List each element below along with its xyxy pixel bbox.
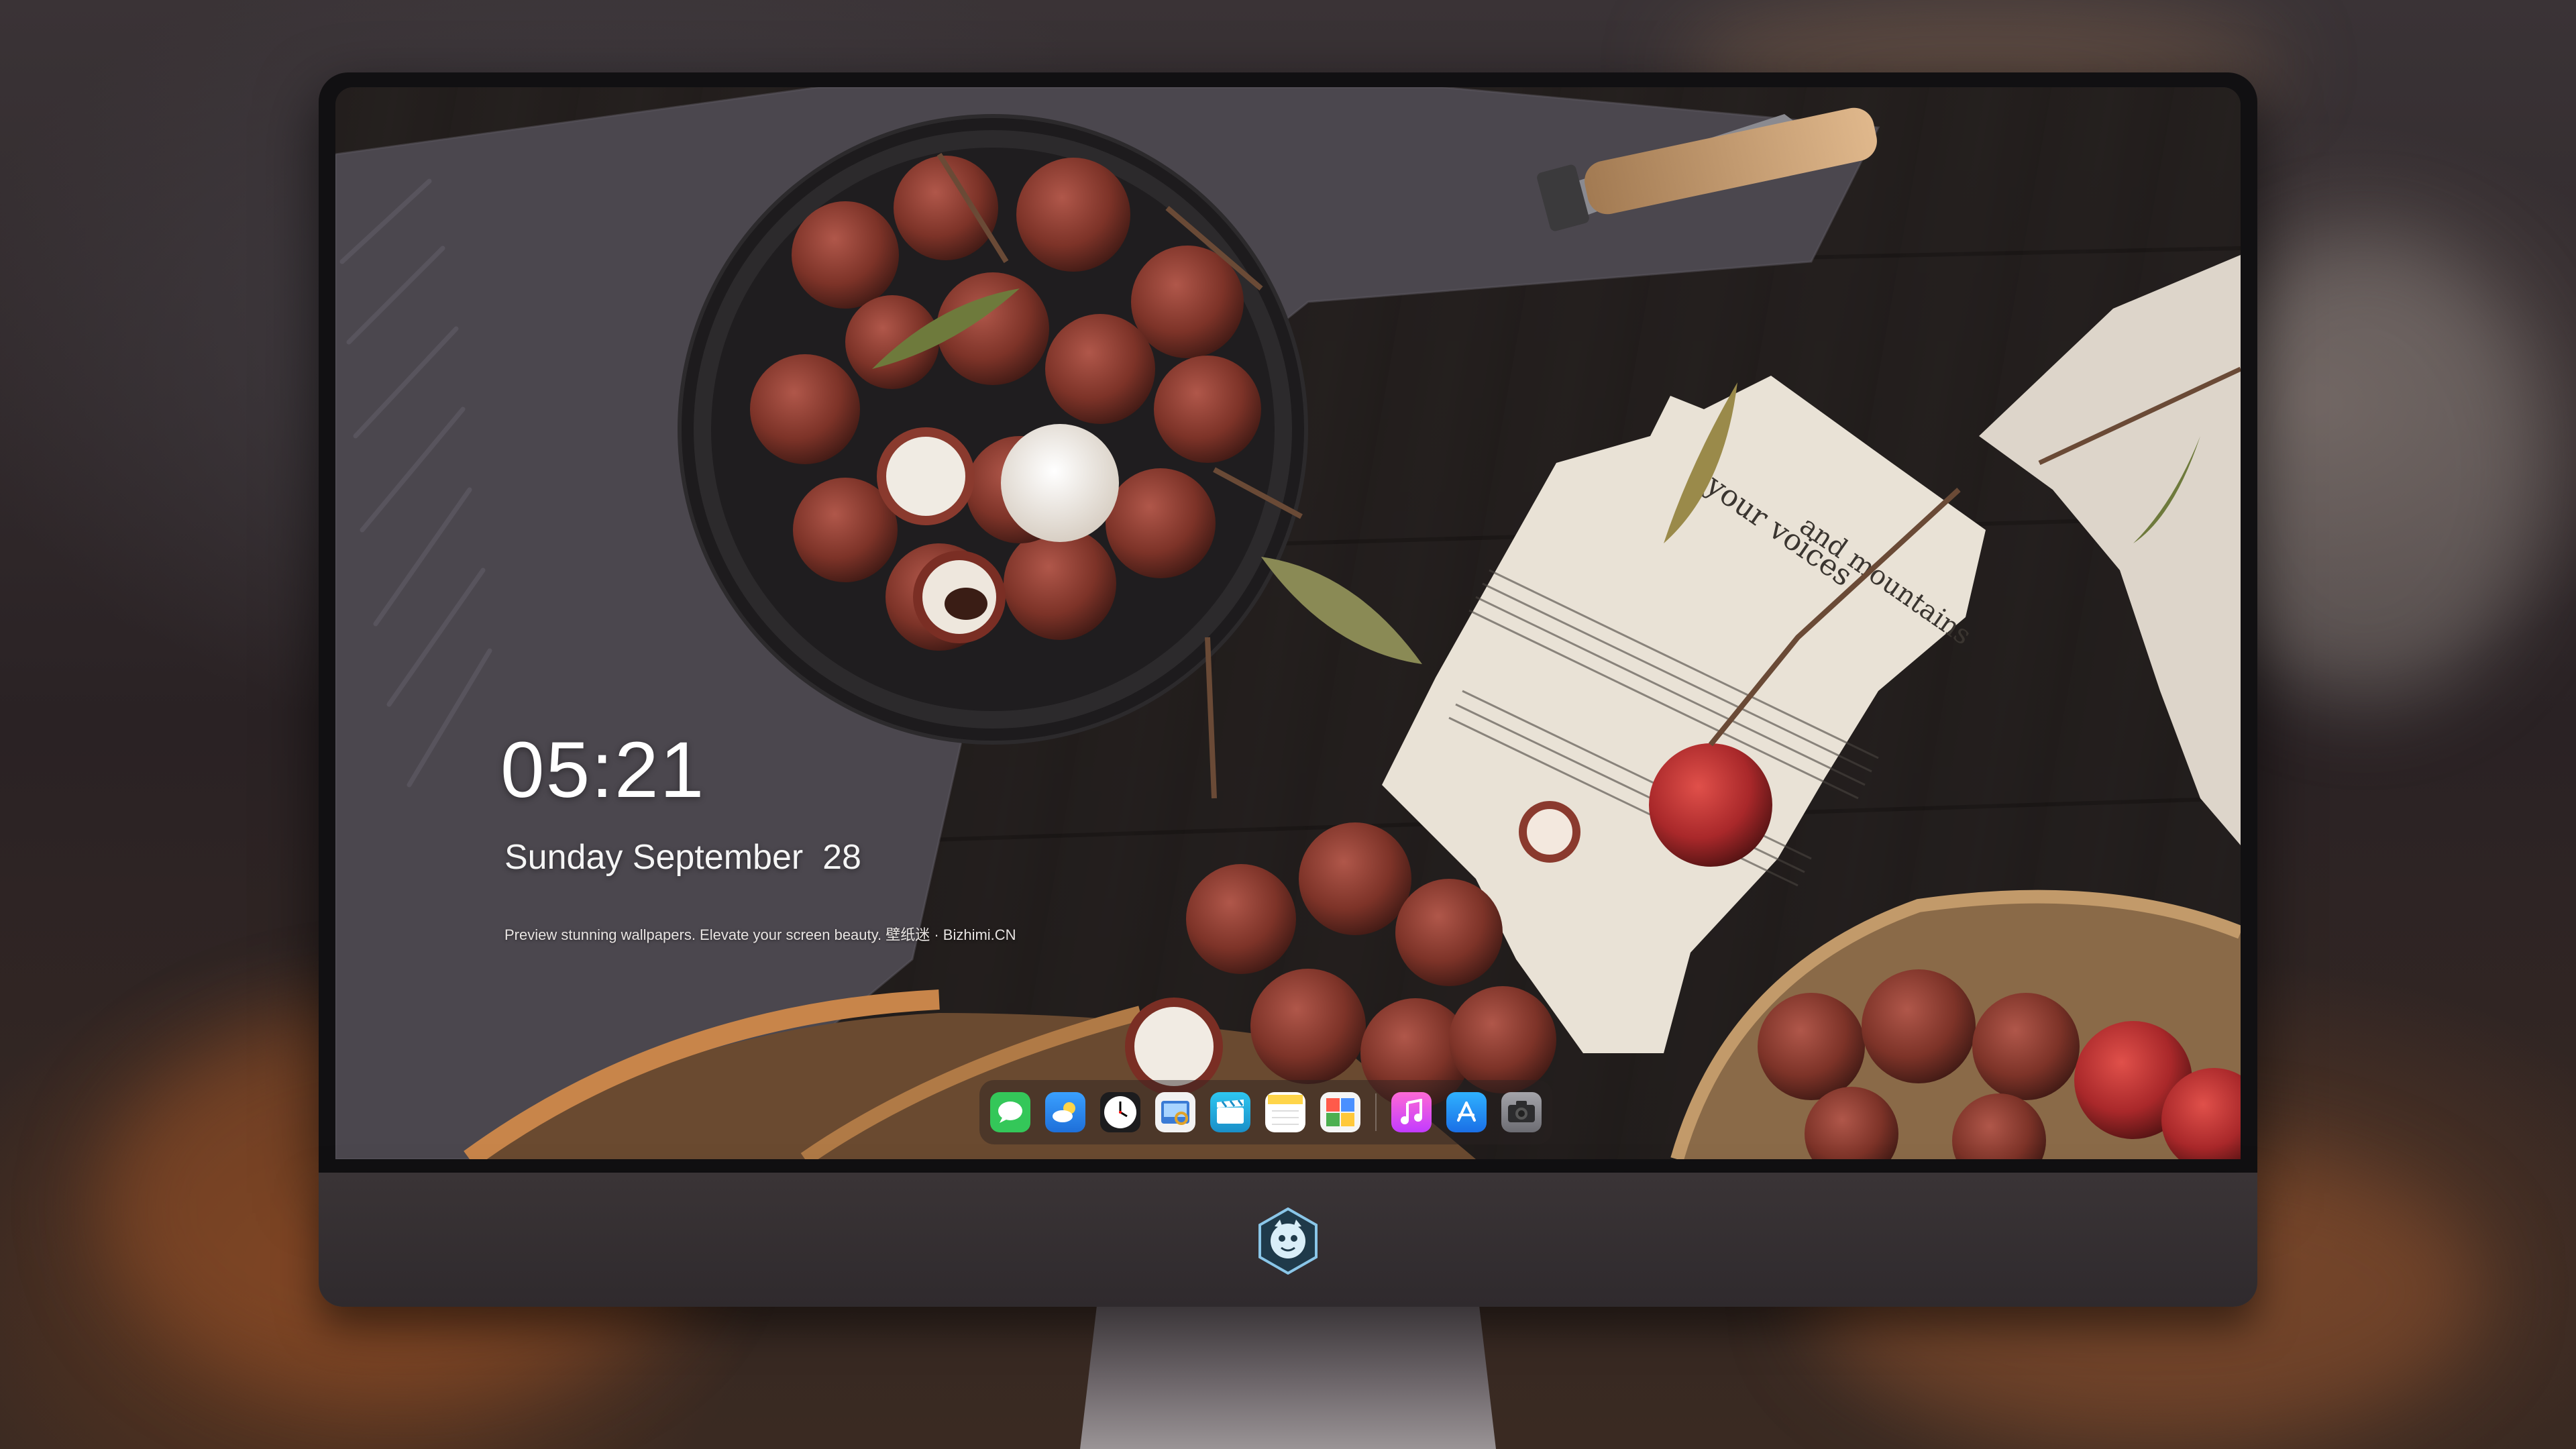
notes-icon[interactable] [1265, 1092, 1305, 1132]
monitor-stand [1080, 1307, 1496, 1449]
weather-icon[interactable] [1045, 1092, 1085, 1132]
wallpaper: your voices and mountains [335, 87, 2241, 1159]
photo-booth-icon[interactable] [1320, 1092, 1360, 1132]
dock-separator [1375, 1093, 1377, 1131]
lockscreen-clock: 05:21 [500, 726, 706, 814]
blurred-background: your voices and mountains 05:21 Sunday S… [0, 0, 2576, 1449]
preview-icon[interactable] [1155, 1092, 1195, 1132]
clips-icon[interactable] [1210, 1092, 1250, 1132]
messages-icon[interactable] [990, 1092, 1030, 1132]
camera-icon[interactable] [1501, 1092, 1542, 1132]
dock [979, 1080, 1552, 1144]
monitor-chin [319, 1173, 2257, 1307]
brand-logo-icon [1258, 1208, 1318, 1275]
lockscreen-date: Sunday September 28 [504, 838, 861, 877]
screen: your voices and mountains 05:21 Sunday S… [335, 87, 2241, 1159]
music-icon[interactable] [1391, 1092, 1432, 1132]
lockscreen-tagline: Preview stunning wallpapers. Elevate you… [504, 926, 1016, 943]
monitor-bezel: your voices and mountains 05:21 Sunday S… [319, 72, 2257, 1173]
clock-icon[interactable] [1100, 1092, 1140, 1132]
app-store-icon[interactable] [1446, 1092, 1487, 1132]
